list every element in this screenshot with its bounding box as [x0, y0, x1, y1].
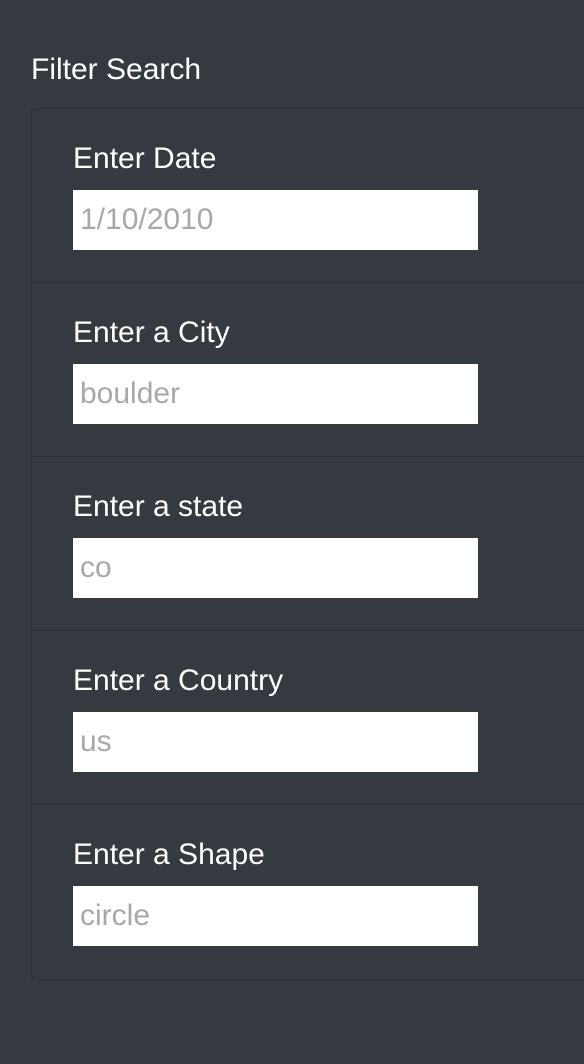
filter-item-shape: Enter a Shape [32, 805, 584, 979]
date-label: Enter Date [73, 142, 217, 175]
country-label: Enter a Country [73, 664, 284, 697]
filter-item-city: Enter a City [32, 283, 584, 457]
filter-list: Enter Date Enter a City Enter a state En… [31, 108, 584, 980]
state-input[interactable] [73, 538, 478, 598]
city-label: Enter a City [73, 316, 230, 349]
date-input[interactable] [73, 190, 478, 250]
filter-title: Filter Search [31, 53, 202, 86]
filter-item-country: Enter a Country [32, 631, 584, 805]
shape-input[interactable] [73, 886, 478, 946]
filter-item-date: Enter Date [32, 109, 584, 283]
state-label: Enter a state [73, 490, 244, 523]
country-input[interactable] [73, 712, 478, 772]
city-input[interactable] [73, 364, 478, 424]
shape-label: Enter a Shape [73, 838, 265, 871]
filter-panel: Filter Search Enter Date Enter a City En… [0, 0, 584, 1064]
filter-item-state: Enter a state [32, 457, 584, 631]
